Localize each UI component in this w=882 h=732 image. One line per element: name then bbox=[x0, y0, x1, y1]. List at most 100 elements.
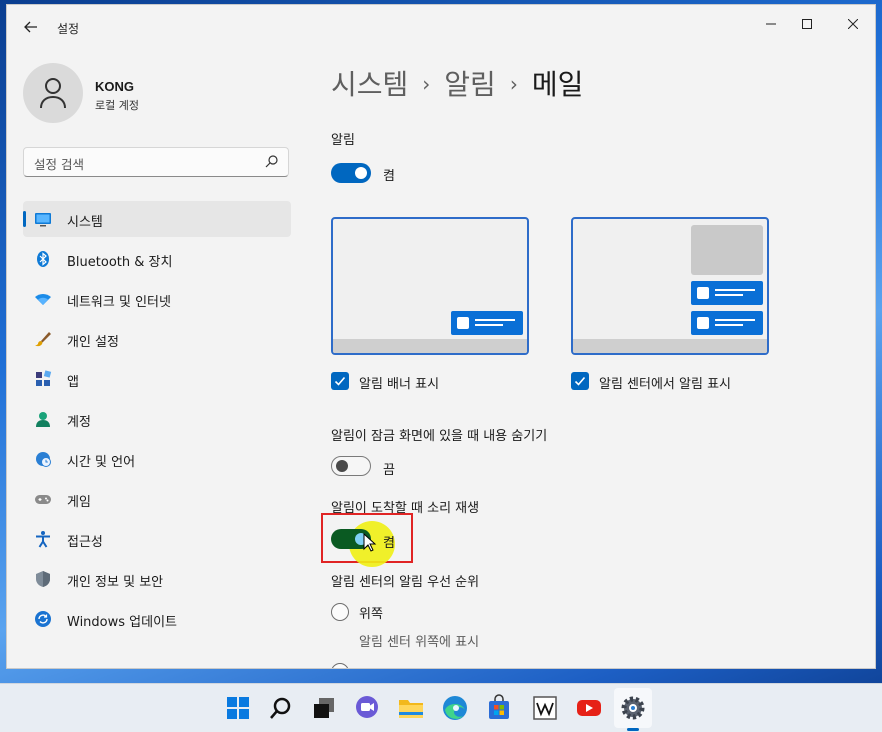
shield-icon bbox=[36, 571, 50, 587]
maximize-button[interactable] bbox=[791, 13, 823, 37]
close-icon bbox=[847, 18, 859, 30]
sidebar-item-label: 개인 설정 bbox=[67, 335, 119, 350]
hide-on-lock-toggle[interactable] bbox=[331, 456, 371, 476]
bluetooth-icon bbox=[37, 251, 49, 267]
sidebar-item-accounts[interactable]: 계정 bbox=[23, 401, 291, 437]
priority-next-radio[interactable] bbox=[331, 663, 349, 668]
banner-line bbox=[475, 319, 515, 321]
sidebar-item-windows-update[interactable]: Windows 업데이트 bbox=[23, 601, 291, 637]
update-icon bbox=[35, 611, 51, 627]
show-in-center-checkbox[interactable] bbox=[571, 372, 589, 390]
wikipedia-icon[interactable] bbox=[531, 694, 559, 722]
show-in-center-label: 알림 센터에서 알림 표시 bbox=[599, 377, 731, 392]
sidebar-item-label: 시스템 bbox=[67, 215, 103, 230]
banner-line bbox=[715, 289, 755, 291]
priority-label: 알림 센터의 알림 우선 순위 bbox=[331, 575, 480, 590]
priority-top-description: 알림 센터 위쪽에 표시 bbox=[359, 635, 480, 650]
banner-square bbox=[697, 287, 709, 299]
breadcrumb-notifications[interactable]: 알림 bbox=[444, 68, 496, 101]
app-title: 설정 bbox=[57, 22, 80, 36]
banner-line bbox=[715, 319, 755, 321]
maximize-icon bbox=[802, 19, 812, 29]
sidebar-item-system[interactable]: 시스템 bbox=[23, 201, 291, 237]
sidebar-item-label: 네트워크 및 인터넷 bbox=[67, 295, 171, 310]
sidebar-item-time-language[interactable]: 시간 및 언어 bbox=[23, 441, 291, 477]
file-explorer-icon[interactable] bbox=[397, 694, 425, 722]
banner-square bbox=[457, 317, 469, 329]
checkmark-icon bbox=[334, 376, 346, 386]
banner-line bbox=[715, 324, 743, 326]
sidebar-item-privacy[interactable]: 개인 정보 및 보안 bbox=[23, 561, 291, 597]
banner-line bbox=[715, 294, 743, 296]
checkmark-icon bbox=[574, 376, 586, 386]
user-name: KONG bbox=[95, 79, 134, 94]
youtube-icon[interactable] bbox=[575, 694, 603, 722]
sidebar-item-network[interactable]: 네트워크 및 인터넷 bbox=[23, 281, 291, 317]
account-type: 로컬 계정 bbox=[95, 99, 139, 112]
back-button[interactable] bbox=[19, 17, 43, 41]
page-title: 메일 bbox=[531, 68, 584, 101]
toggle-knob bbox=[336, 460, 348, 472]
sidebar-item-personalization[interactable]: 개인 설정 bbox=[23, 321, 291, 357]
sidebar-item-label: 앱 bbox=[67, 375, 79, 390]
search-input[interactable]: 설정 검색 bbox=[23, 147, 289, 177]
priority-top-radio[interactable] bbox=[331, 603, 349, 621]
preview-taskbar bbox=[333, 339, 527, 353]
sidebar-item-label: Bluetooth & 장치 bbox=[67, 255, 173, 270]
wifi-icon bbox=[35, 294, 51, 305]
banner-square bbox=[697, 317, 709, 329]
banner-line bbox=[475, 324, 503, 326]
sidebar-item-gaming[interactable]: 게임 bbox=[23, 481, 291, 517]
hide-on-lock-label: 알림이 잠금 화면에 있을 때 내용 숨기기 bbox=[331, 429, 548, 444]
edge-icon[interactable] bbox=[441, 694, 469, 722]
apps-icon bbox=[36, 370, 52, 386]
accessibility-icon bbox=[36, 531, 50, 548]
start-icon[interactable] bbox=[224, 694, 252, 722]
mouse-pointer-icon bbox=[363, 533, 377, 552]
store-icon[interactable] bbox=[485, 694, 513, 722]
close-button[interactable] bbox=[837, 13, 869, 37]
settings-icon[interactable] bbox=[619, 694, 647, 722]
sidebar-item-label: 접근성 bbox=[67, 535, 103, 550]
show-banner-checkbox[interactable] bbox=[331, 372, 349, 390]
priority-top-label: 위쪽 bbox=[359, 607, 383, 622]
person-avatar-icon bbox=[40, 78, 66, 109]
brush-icon bbox=[35, 332, 51, 347]
toggle-knob bbox=[355, 167, 367, 179]
banner-card bbox=[691, 281, 763, 305]
chat-icon[interactable] bbox=[353, 694, 381, 722]
search-placeholder: 설정 검색 bbox=[34, 157, 84, 172]
sidebar-item-bluetooth[interactable]: Bluetooth & 장치 bbox=[23, 241, 291, 277]
title-bar: 설정 bbox=[7, 5, 875, 51]
task-view-icon[interactable] bbox=[310, 694, 338, 722]
settings-window: 설정 KONG 로컬 계정 설정 검색 시스템 Bluetooth & 장치 네… bbox=[6, 4, 876, 669]
banner-card bbox=[691, 311, 763, 335]
gray-placeholder-card bbox=[691, 225, 763, 275]
sidebar-item-label: Windows 업데이트 bbox=[67, 615, 178, 630]
system-monitor-icon bbox=[35, 213, 51, 227]
globe-clock-icon bbox=[36, 452, 51, 467]
sidebar-item-apps[interactable]: 앱 bbox=[23, 361, 291, 397]
breadcrumb-separator: › bbox=[422, 72, 431, 96]
preview-taskbar bbox=[573, 339, 767, 353]
breadcrumb: 시스템 › 알림 › 메일 bbox=[331, 63, 583, 103]
notification-center-preview-image bbox=[571, 217, 769, 355]
search-icon[interactable] bbox=[267, 694, 295, 722]
banner-card bbox=[451, 311, 523, 335]
breadcrumb-system[interactable]: 시스템 bbox=[331, 68, 408, 101]
show-banner-label: 알림 배너 표시 bbox=[359, 377, 440, 392]
taskbar bbox=[0, 683, 882, 732]
back-arrow-icon bbox=[24, 21, 37, 33]
notifications-state: 켬 bbox=[383, 169, 395, 184]
avatar[interactable] bbox=[23, 63, 83, 123]
sidebar-item-label: 게임 bbox=[67, 495, 91, 510]
minimize-button[interactable] bbox=[755, 13, 787, 37]
hide-on-lock-state: 끔 bbox=[383, 463, 395, 478]
main-content: 시스템 › 알림 › 메일 알림 켬 알림 배너 표시 알림 센터에서 알림 표… bbox=[307, 51, 875, 668]
banner-preview-image bbox=[331, 217, 529, 355]
sidebar-item-accessibility[interactable]: 접근성 bbox=[23, 521, 291, 557]
notifications-toggle[interactable] bbox=[331, 163, 371, 183]
gamepad-icon bbox=[35, 495, 51, 504]
breadcrumb-separator: › bbox=[509, 72, 518, 96]
sidebar-item-label: 시간 및 언어 bbox=[67, 455, 136, 470]
